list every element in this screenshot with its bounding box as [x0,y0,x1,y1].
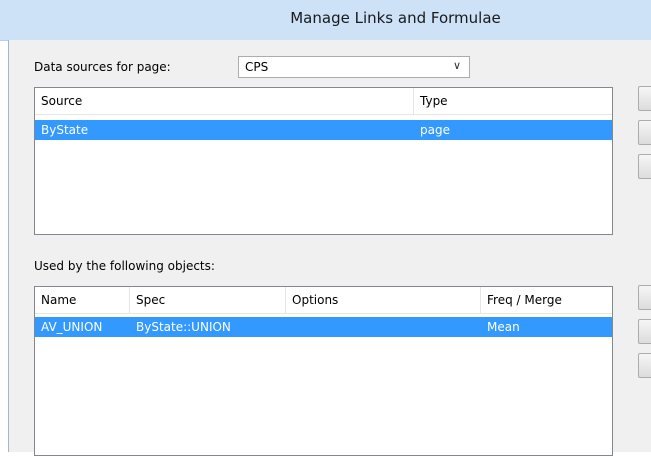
column-header-type[interactable]: Type [414,88,612,114]
datasource-select[interactable]: CPS ∨ [238,56,470,78]
used-by-row-options [286,317,292,337]
datasource-side-button-2[interactable] [638,120,651,145]
used-by-list-header: Name Spec Options Freq / Merge [35,287,612,314]
datasource-side-button-1[interactable] [638,86,651,111]
column-header-name[interactable]: Name [35,287,130,313]
datasource-select-value: CPS [245,60,269,74]
column-header-spec[interactable]: Spec [130,287,286,313]
used-by-side-button-3[interactable] [638,353,651,378]
chevron-down-icon: ∨ [452,59,461,72]
datasource-row[interactable]: ByState page [35,120,612,140]
datasource-row-type: page [420,123,450,137]
used-by-row-spec: ByState::UNION [136,320,231,334]
column-header-freq-merge[interactable]: Freq / Merge [481,287,612,313]
datasource-side-button-3[interactable] [638,154,651,179]
used-by-side-button-2[interactable] [638,319,651,344]
used-by-list[interactable]: Name Spec Options Freq / Merge AV_UNION … [34,286,613,456]
used-by-row-freq: Mean [487,320,520,334]
column-header-source[interactable]: Source [35,88,414,114]
used-by-row-name: AV_UNION [41,320,103,334]
datasources-list-header: Source Type [35,88,612,115]
datasources-label: Data sources for page: [34,60,171,74]
title-bar: Manage Links and Formulae [0,0,651,41]
used-by-side-button-1[interactable] [638,285,651,310]
datasources-list[interactable]: Source Type ByState page [34,87,613,235]
dialog-title: Manage Links and Formulae [290,9,501,27]
used-by-row[interactable]: AV_UNION ByState::UNION Mean [35,317,612,337]
datasource-row-source: ByState [41,123,89,137]
used-by-label: Used by the following objects: [34,259,215,273]
column-header-options[interactable]: Options [286,287,481,313]
